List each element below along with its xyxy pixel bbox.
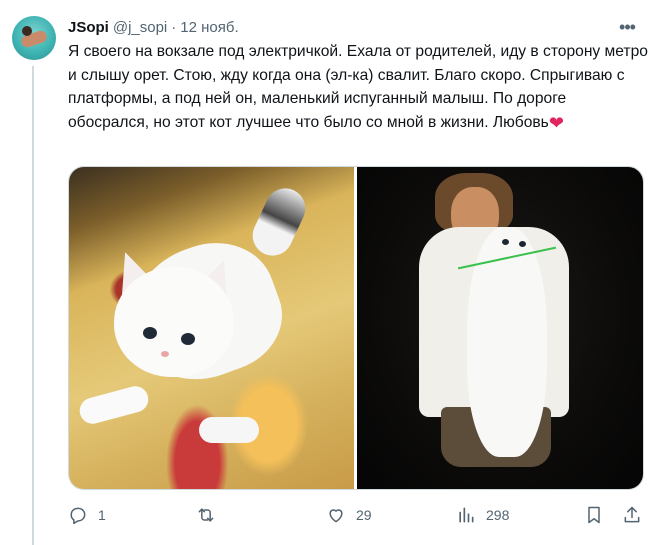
kitten-eye-left (143, 327, 157, 339)
more-label: ••• (619, 16, 636, 37)
photo-woman-holding-cat[interactable] (357, 167, 643, 489)
reply-count: 1 (98, 507, 106, 523)
views-button[interactable]: 298 (456, 505, 509, 525)
reply-button[interactable]: 1 (68, 505, 106, 525)
more-icon[interactable]: ••• (616, 16, 638, 37)
header-separator: · (171, 18, 177, 36)
thread-line (32, 66, 34, 545)
photo-kitten-on-bed[interactable] (69, 167, 354, 489)
author-name[interactable]: JSopi (68, 19, 109, 36)
kitten-paw-left (76, 383, 152, 427)
repost-icon (196, 505, 216, 525)
repost-button[interactable] (196, 505, 226, 525)
bookmark-icon (584, 505, 604, 525)
kitten-paw-right (199, 417, 259, 443)
bookmark-button[interactable] (584, 505, 604, 525)
kitten-tail (246, 181, 312, 263)
reply-icon (68, 505, 88, 525)
like-button[interactable]: 29 (326, 505, 372, 525)
avatar-head (22, 26, 32, 36)
avatar[interactable] (12, 16, 56, 60)
media-grid (68, 166, 644, 490)
views-icon (456, 505, 476, 525)
post-header: JSopi @j_sopi · 12 нояб. (68, 16, 642, 38)
cat-body (467, 227, 547, 457)
post-date[interactable]: 12 нояб. (180, 19, 238, 36)
cat-eye-right (519, 241, 526, 247)
post-text: Я своего на вокзале под электричкой. Еха… (68, 40, 648, 135)
kitten-head (114, 267, 234, 377)
kitten-nose (161, 351, 169, 357)
cat-eye-left (502, 239, 509, 245)
heart-icon (326, 505, 346, 525)
share-icon (622, 505, 642, 525)
heart-emoji: ❤ (548, 112, 564, 133)
action-bar: 1 29 298 (68, 501, 646, 529)
share-button[interactable] (622, 505, 642, 525)
like-count: 29 (356, 507, 372, 523)
kitten-eye-right (181, 333, 195, 345)
views-count: 298 (486, 507, 510, 523)
author-handle[interactable]: @j_sopi (113, 19, 167, 36)
